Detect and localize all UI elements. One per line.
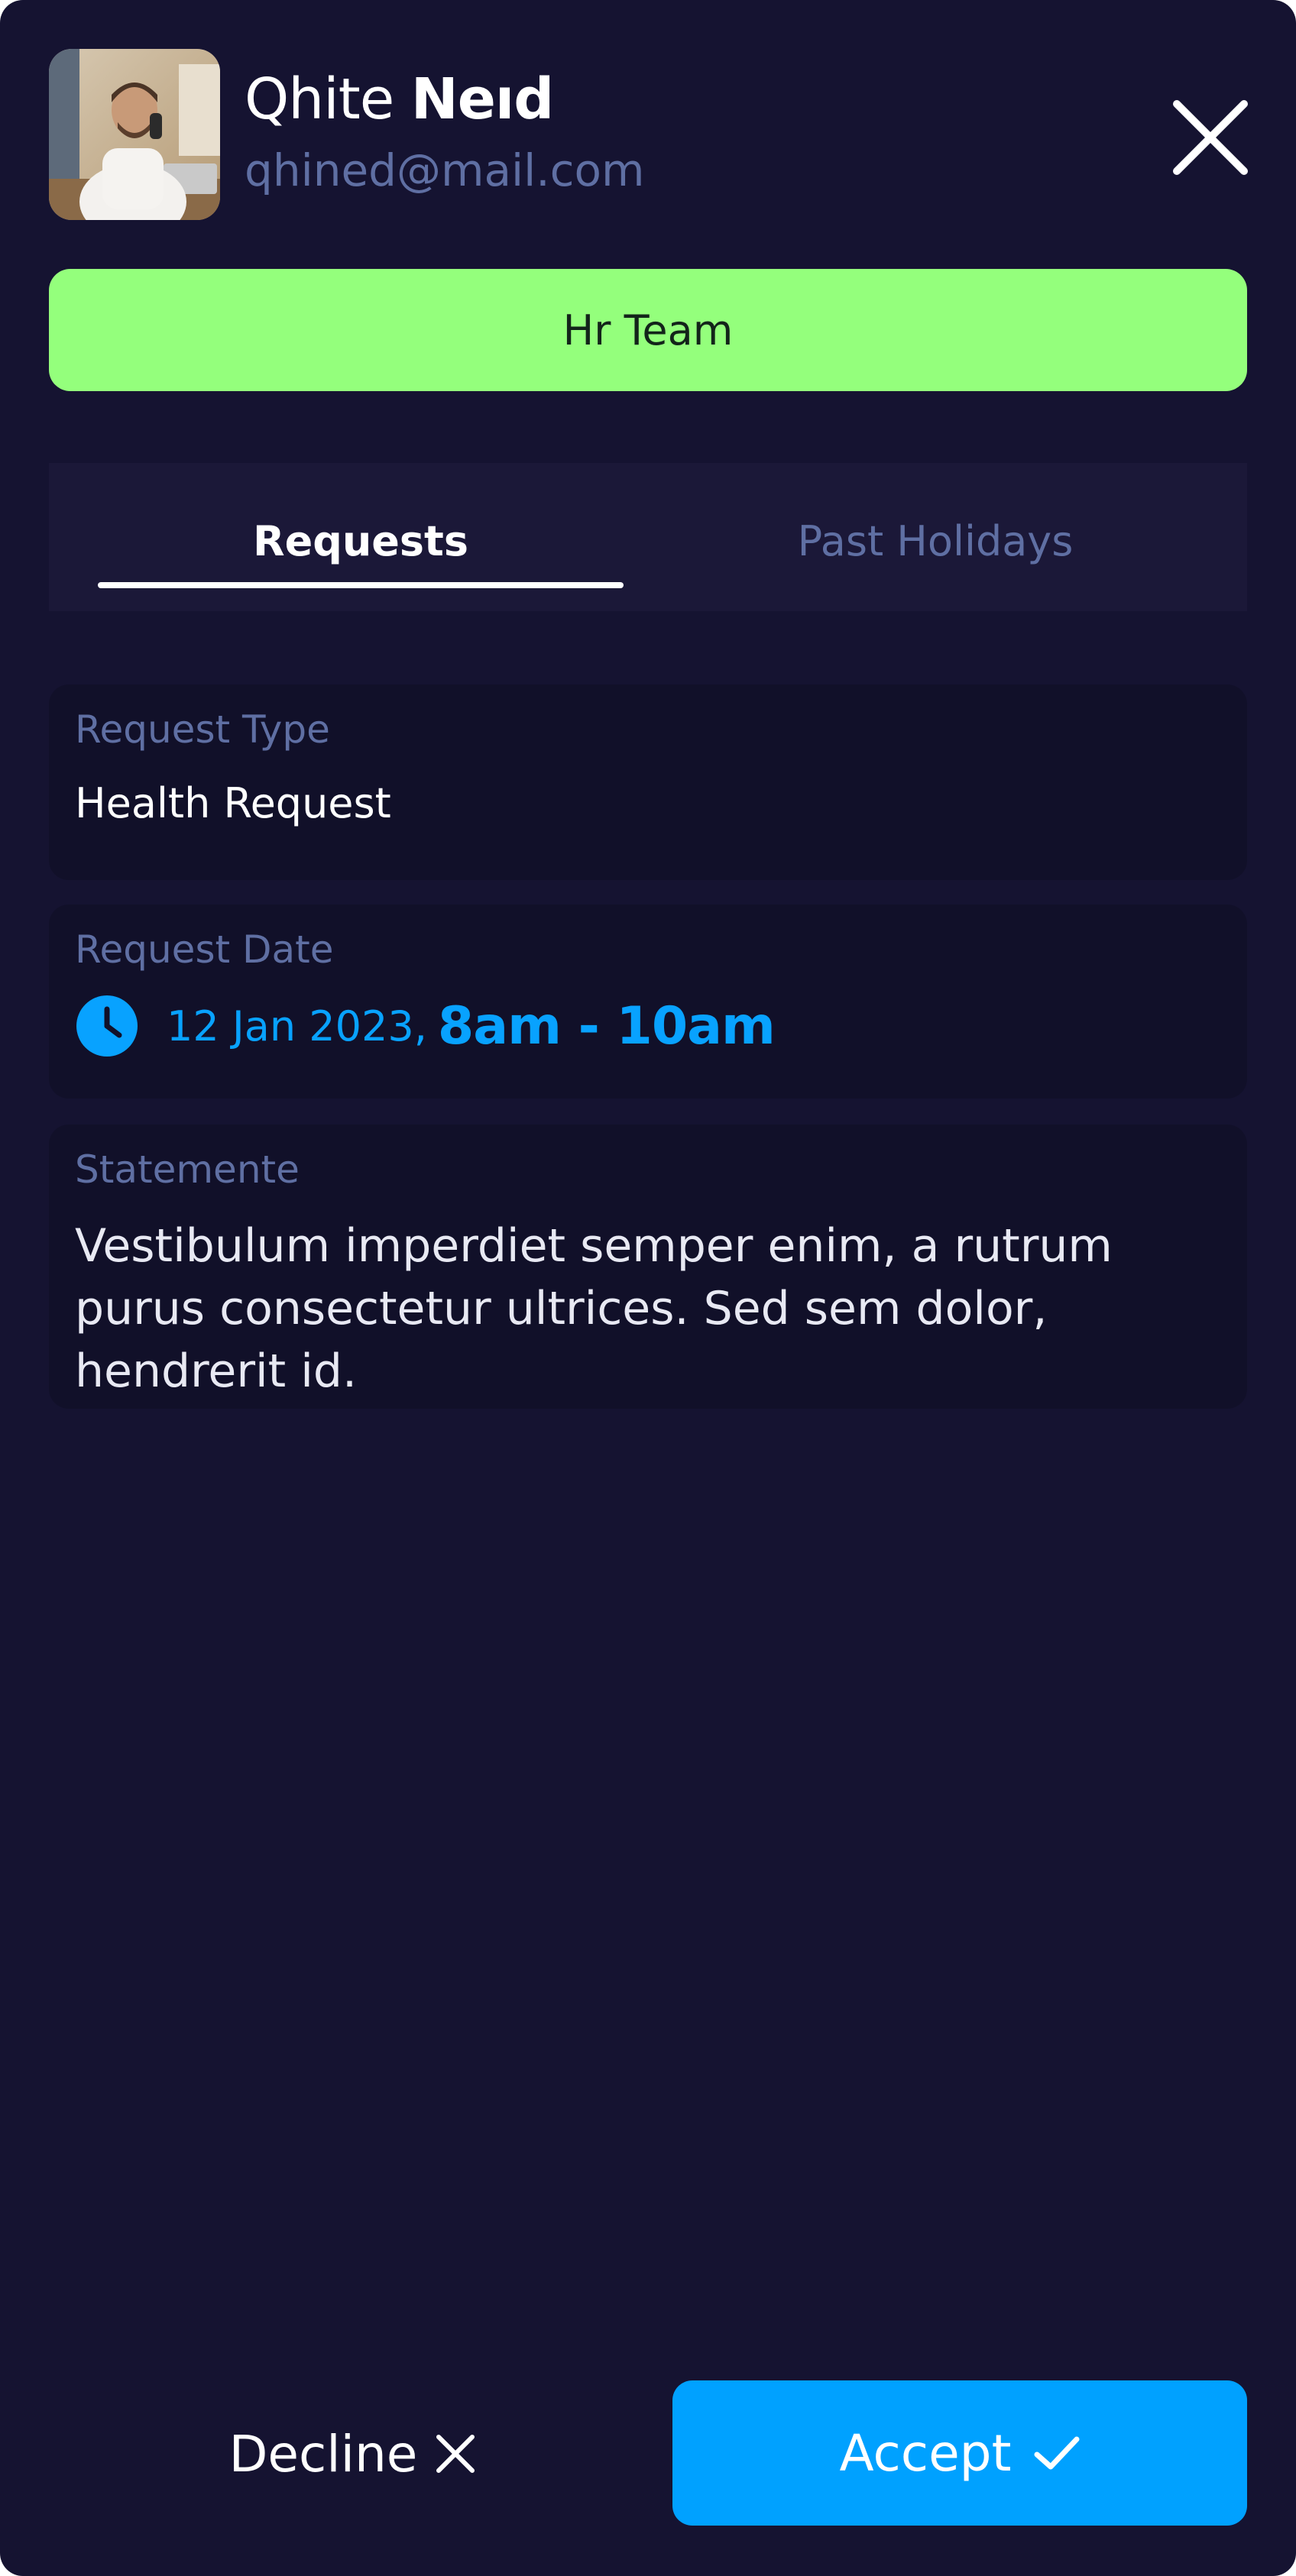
accept-label: Accept bbox=[839, 2423, 1012, 2483]
close-icon bbox=[436, 2435, 475, 2473]
last-name: Neıd bbox=[410, 66, 554, 132]
tab-bar: Requests Past Holidays bbox=[49, 463, 1247, 611]
checkmark-icon bbox=[1034, 2436, 1080, 2470]
request-type-value: Health Request bbox=[75, 779, 391, 827]
request-type-label: Request Type bbox=[75, 707, 330, 752]
avatar bbox=[49, 49, 220, 220]
request-date-label: Request Date bbox=[75, 927, 334, 972]
close-button[interactable] bbox=[1162, 89, 1259, 186]
request-date-line: 12 Jan 2023, 8am - 10am bbox=[75, 984, 776, 1068]
team-badge: Hr Team bbox=[49, 269, 1247, 391]
request-date-card: Request Date 12 Jan 2023, 8am - 10am bbox=[49, 905, 1247, 1099]
clock-icon bbox=[76, 995, 138, 1057]
accept-button[interactable]: Accept bbox=[672, 2380, 1247, 2526]
close-icon bbox=[1173, 100, 1248, 175]
decline-button[interactable]: Decline bbox=[162, 2405, 544, 2503]
user-email: qhined@mail.com bbox=[245, 144, 645, 196]
statement-label: Statemente bbox=[75, 1147, 300, 1192]
decline-label: Decline bbox=[228, 2424, 418, 2484]
statement-text: Vestibulum imperdiet semper enim, a rutr… bbox=[75, 1219, 1113, 1398]
request-time-value: 8am - 10am bbox=[437, 995, 776, 1057]
first-name: Qhite bbox=[245, 66, 394, 132]
statement-card: Statemente Vestibulum imperdiet semper e… bbox=[49, 1125, 1247, 1409]
request-date-value: 12 Jan 2023, bbox=[167, 1002, 427, 1050]
active-tab-indicator bbox=[98, 582, 624, 588]
tab-past-holidays[interactable]: Past Holidays bbox=[672, 510, 1198, 571]
request-type-card: Request Type Health Request bbox=[49, 684, 1247, 880]
request-detail-panel: Qhite Neıd qhined@mail.com Hr Team Reque… bbox=[0, 0, 1296, 2576]
user-name: Qhite Neıd bbox=[245, 63, 554, 136]
tab-requests[interactable]: Requests bbox=[98, 510, 624, 571]
